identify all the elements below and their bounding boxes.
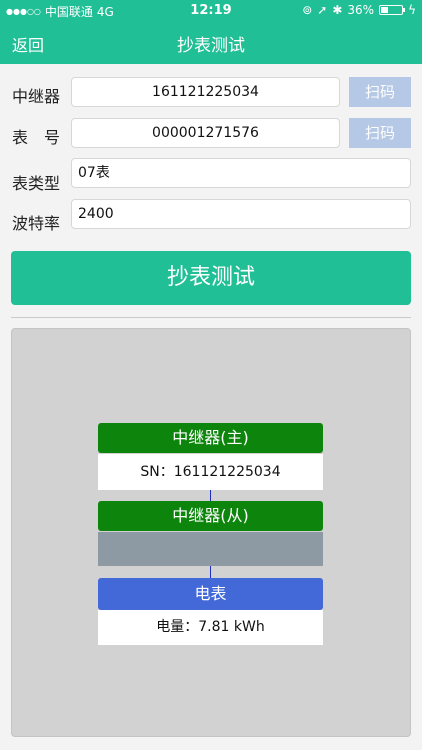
meter-type-input[interactable]: 07表	[71, 158, 411, 188]
battery-percent: 36%	[347, 3, 375, 17]
meter-no-label: 表 号	[12, 128, 61, 147]
bluetooth-icon: ✱	[332, 3, 343, 17]
connector-line	[210, 566, 211, 578]
connector-line	[210, 490, 211, 501]
page-title: 抄表测试	[177, 36, 245, 56]
repeater-input[interactable]: 161121225034	[71, 77, 340, 107]
slave-repeater-body	[98, 532, 323, 566]
repeater-label: 中继器	[12, 87, 61, 106]
repeater-scan-button[interactable]: 扫码	[349, 77, 411, 107]
meter-test-button[interactable]: 抄表测试	[11, 251, 411, 305]
meter-no-scan-button[interactable]: 扫码	[349, 118, 411, 148]
meter-type-row: 表类型 07表	[0, 158, 422, 193]
repeater-row: 中继器 161121225034 扫码	[0, 77, 422, 109]
location-icon: ➚	[317, 3, 328, 17]
status-right: ⊚ ➚ ✱ 36% ϟ	[302, 3, 416, 17]
baud-rate-label: 波特率	[12, 214, 61, 233]
meter-no-row: 表 号 000001271576 扫码	[0, 118, 422, 150]
meter-no-input[interactable]: 000001271576	[71, 118, 340, 148]
orientation-lock-icon: ⊚	[302, 3, 313, 17]
divider	[11, 317, 411, 318]
master-repeater-node-title: 中继器(主)	[98, 423, 323, 453]
meter-node-title: 电表	[98, 578, 323, 610]
meter-type-label: 表类型	[12, 174, 61, 193]
app-header: ●●●○○ 中国联通 4G 12:19 ⊚ ➚ ✱ 36% ϟ 返回 抄表测试	[0, 0, 422, 64]
master-repeater-sn: SN：161121225034	[98, 454, 323, 490]
status-bar: ●●●○○ 中国联通 4G 12:19 ⊚ ➚ ✱ 36% ϟ	[0, 0, 422, 22]
meter-energy-reading: 电量：7.81 kWh	[98, 610, 323, 645]
battery-icon	[379, 5, 406, 15]
slave-repeater-node-title: 中继器(从)	[98, 501, 323, 531]
battery-fill	[381, 7, 389, 13]
baud-rate-row: 波特率 2400	[0, 199, 422, 233]
baud-rate-input[interactable]: 2400	[71, 199, 411, 229]
charging-icon: ϟ	[408, 3, 416, 17]
